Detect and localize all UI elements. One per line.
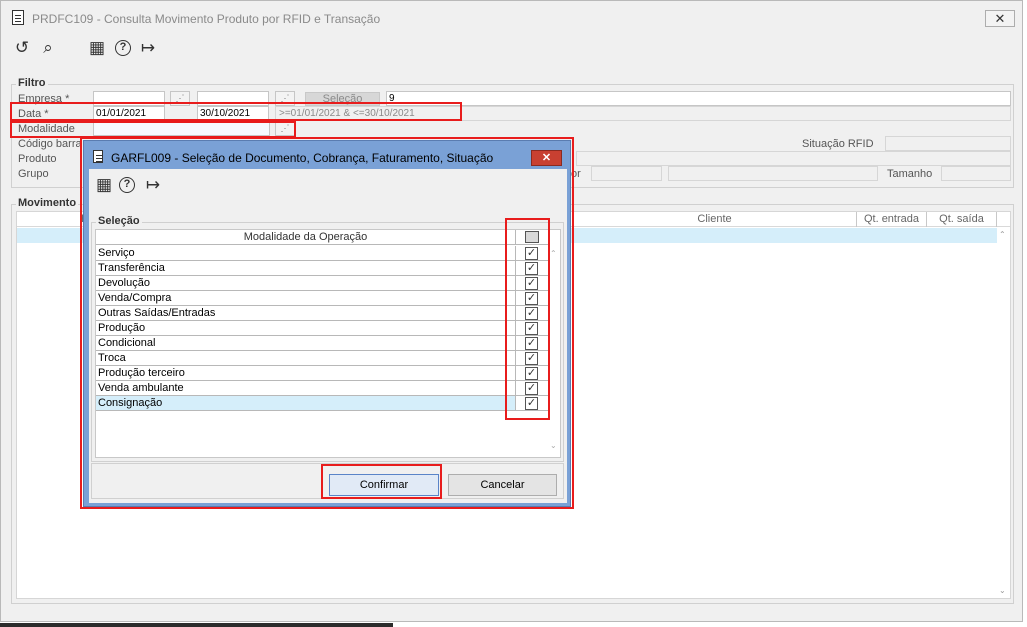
column-header-cliente[interactable]: Cliente [573,212,857,227]
produto-description-field [576,151,1011,166]
tamanho-field [941,166,1011,181]
cor-field [591,166,662,181]
search-icon[interactable]: ⌕ [38,38,58,58]
tamanho-label: Tamanho [887,168,933,180]
highlight-dialog [80,137,574,509]
produto-label: Produto [18,153,57,165]
movimento-group-label: Movimento [16,197,79,209]
calendar-icon[interactable]: ▦ [87,38,107,58]
scroll-down-icon[interactable]: ⌄ [999,586,1006,595]
cor-description-field [668,166,878,181]
filter-group-label: Filtro [16,77,48,89]
highlight-check-column [505,218,550,420]
highlight-modalidade-row [10,121,296,138]
highlight-data-row [10,102,462,121]
document-icon [12,10,24,25]
grupo-label: Grupo [18,168,49,180]
refresh-icon[interactable]: ↺ [12,38,32,58]
taskbar-strip [0,623,393,627]
empresa-selection-field[interactable]: 9 [386,91,1011,106]
window-title: PRDFC109 - Consulta Movimento Produto po… [32,12,381,26]
codigo-barra-label: Código barra [18,138,82,150]
highlight-confirm-button [321,464,442,499]
close-button[interactable]: ✕ [985,10,1015,27]
situacao-rfid-label: Situação RFID [802,138,874,150]
column-header-qt-saida[interactable]: Qt. saída [927,212,997,227]
situacao-rfid-field [885,136,1011,151]
help-icon[interactable]: ? [115,40,131,56]
grid-scrollbar[interactable]: ⌃ ⌄ [997,228,1010,598]
scroll-up-icon[interactable]: ⌃ [999,230,1006,239]
main-title-bar: PRDFC109 - Consulta Movimento Produto po… [1,1,1022,33]
column-header-qt-entrada[interactable]: Qt. entrada [857,212,927,227]
exit-icon[interactable]: ↦ [138,38,158,58]
